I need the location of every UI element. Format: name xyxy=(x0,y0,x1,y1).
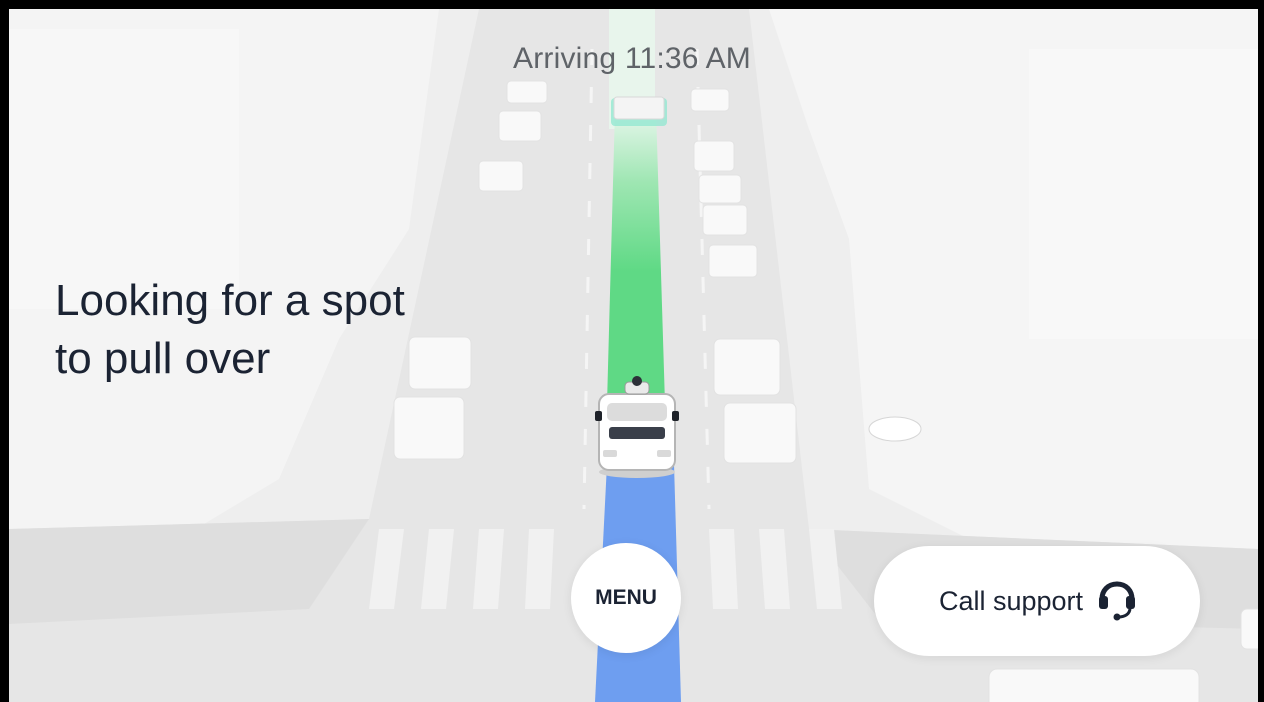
ride-status-line-2: to pull over xyxy=(55,334,271,383)
ride-status-line-1: Looking for a spot xyxy=(55,276,405,325)
call-support-label: Call support xyxy=(938,585,1084,616)
menu-button[interactable]: MENU xyxy=(571,543,681,653)
route-ahead xyxy=(607,109,665,404)
headset-icon xyxy=(1099,581,1136,621)
road-marker xyxy=(868,416,922,442)
call-support-button[interactable]: Call support xyxy=(874,546,1200,656)
arrival-time: Arriving 11:36 AM xyxy=(513,42,751,75)
ride-status: Looking for a spot to pull over xyxy=(55,272,575,388)
destination-marker xyxy=(613,96,665,120)
menu-button-label: MENU xyxy=(595,586,657,609)
